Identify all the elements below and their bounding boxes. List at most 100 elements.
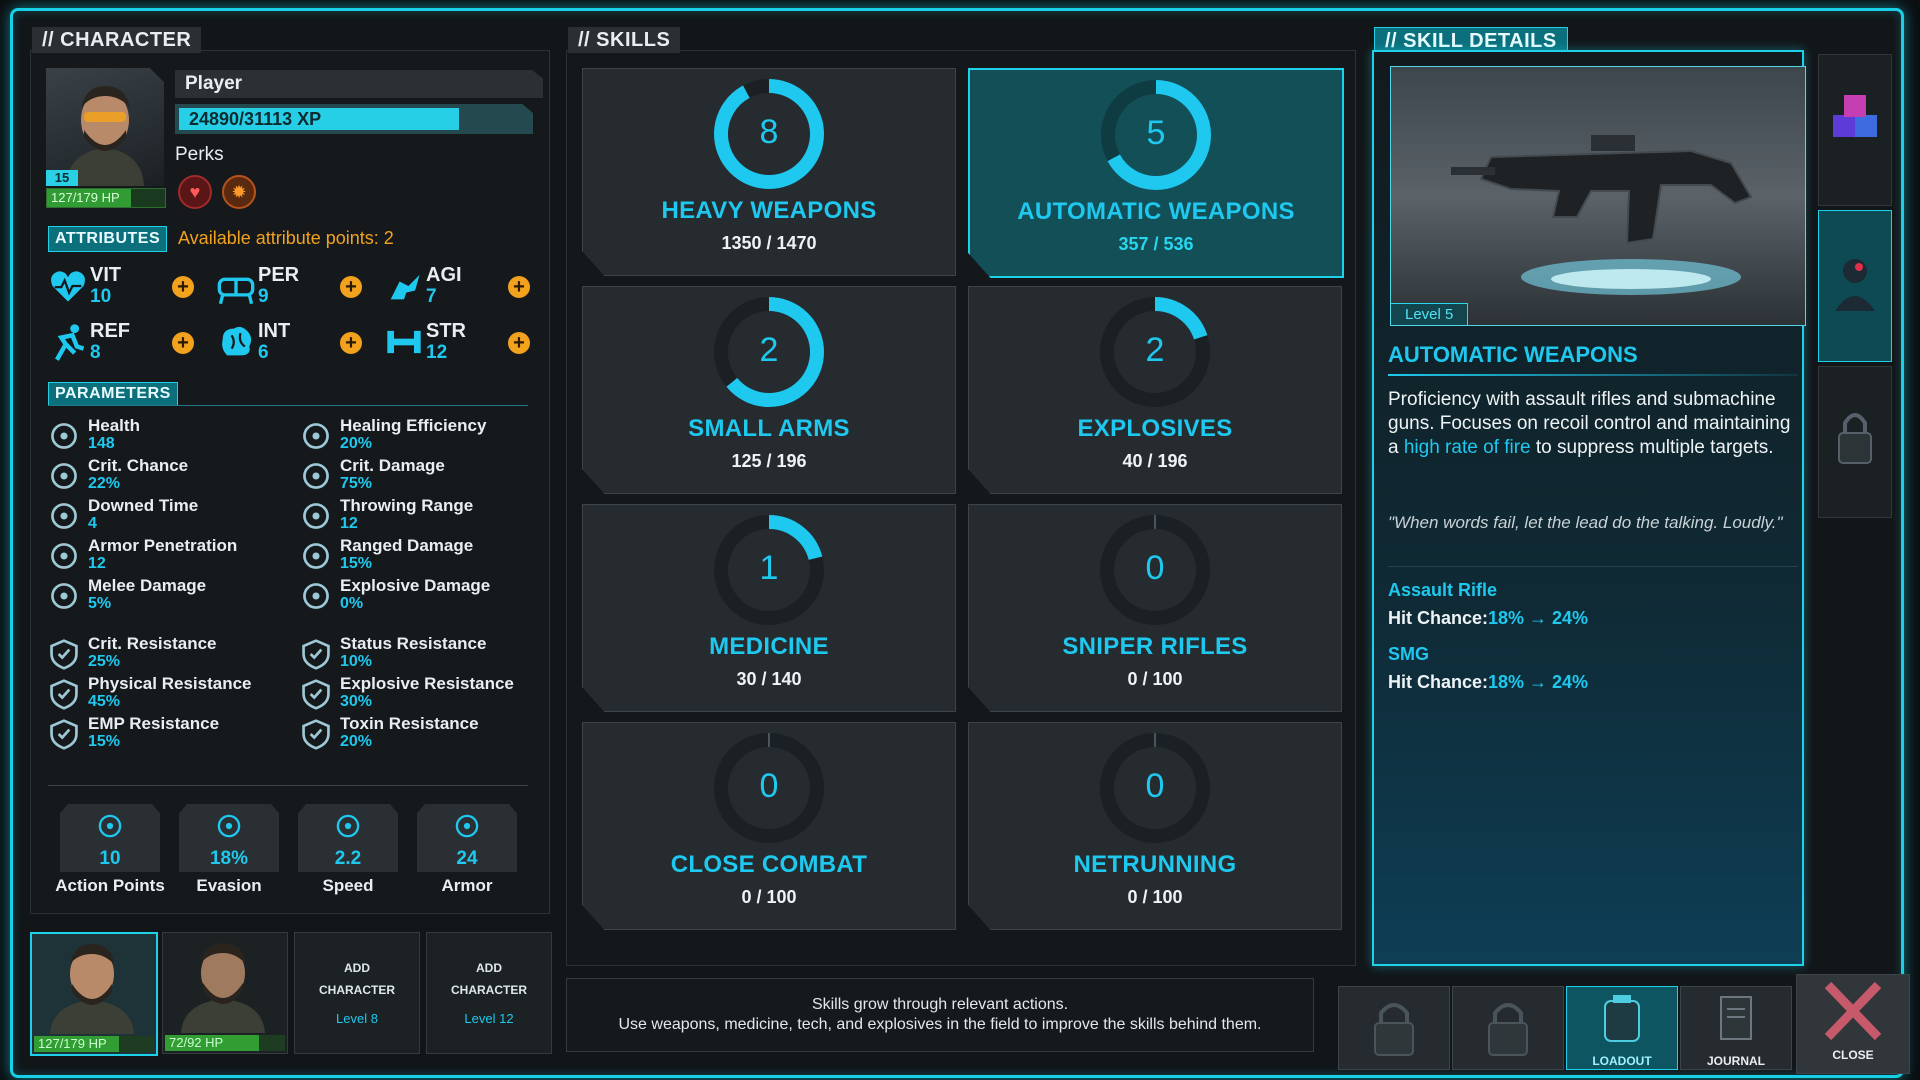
parameter-icon bbox=[48, 460, 80, 492]
locked-slot-1[interactable] bbox=[1338, 986, 1450, 1070]
parameter-value: 12 bbox=[340, 515, 358, 532]
skill-details-panel: Level 5 AUTOMATIC WEAPONS Proficiency wi… bbox=[1372, 50, 1806, 966]
shield-icon bbox=[48, 638, 80, 670]
character-portrait[interactable] bbox=[46, 68, 164, 186]
attribute-agi: AGI 7 + bbox=[382, 262, 534, 310]
add-character-text: ADD CHARACTER Level 12 bbox=[427, 961, 551, 1026]
parameter-row: Downed Time 4 bbox=[48, 496, 288, 534]
skill-progress: 125 / 196 bbox=[731, 451, 807, 471]
skill-name: CLOSE COMBAT bbox=[670, 851, 868, 878]
close-button[interactable]: CLOSE bbox=[1796, 974, 1910, 1074]
resistance-row: Toxin Resistance 20% bbox=[300, 714, 540, 752]
shield-icon bbox=[48, 678, 80, 710]
skill-progress: 40 / 196 bbox=[1122, 451, 1188, 471]
attribute-per: PER 9 + bbox=[214, 262, 366, 310]
parameter-row: Health 148 bbox=[48, 416, 288, 454]
stat-evasion: 18% bbox=[179, 804, 279, 872]
weapon-stat-label: Hit Chance: bbox=[1388, 672, 1489, 692]
plus-icon[interactable]: + bbox=[172, 332, 194, 354]
skill-netrunning[interactable]: 0 NETRUNNING 0 / 100 bbox=[968, 722, 1342, 930]
perk-heart-icon[interactable]: ♥ bbox=[178, 175, 212, 209]
skill-medicine[interactable]: 1 MEDICINE 30 / 140 bbox=[582, 504, 956, 712]
stats-divider bbox=[48, 785, 528, 786]
journal-button[interactable]: JOURNAL bbox=[1680, 986, 1792, 1070]
plus-icon[interactable]: + bbox=[508, 332, 530, 354]
attribute-value: 8 bbox=[90, 342, 101, 363]
perk-fire-icon[interactable]: ✹ bbox=[222, 175, 256, 209]
skill-sniper-rifles[interactable]: 0 SNIPER RIFLES 0 / 100 bbox=[968, 504, 1342, 712]
parameter-label: Downed Time bbox=[88, 496, 199, 515]
parameter-value: 22% bbox=[88, 475, 121, 492]
resistance-label: Status Resistance bbox=[340, 634, 487, 653]
skill-level: 2 bbox=[759, 331, 779, 369]
attribute-code: INT bbox=[258, 320, 291, 342]
loadout-button[interactable]: LOADOUT bbox=[1566, 986, 1678, 1070]
parameters-divider bbox=[48, 405, 528, 406]
party-hp-bar: 72/92 HP bbox=[165, 1035, 285, 1051]
skill-explosives[interactable]: 2 EXPLOSIVES 40 / 196 bbox=[968, 286, 1342, 494]
attribute-code: REF bbox=[90, 320, 130, 342]
plus-icon[interactable]: + bbox=[340, 332, 362, 354]
add-character-slot-2[interactable]: ADD CHARACTER Level 12 bbox=[426, 932, 552, 1054]
skill-name: EXPLOSIVES bbox=[1077, 415, 1233, 442]
parameter-value: 12 bbox=[88, 555, 106, 572]
attribute-value: 10 bbox=[90, 286, 112, 307]
attribute-code: AGI bbox=[426, 264, 462, 286]
add-line-2: CHARACTER bbox=[319, 983, 395, 997]
desc-after: to suppress multiple targets. bbox=[1530, 437, 1774, 458]
stat-action-points: 10 bbox=[60, 804, 160, 872]
stat-value: 18% bbox=[209, 848, 249, 869]
stat-label: Armor bbox=[441, 876, 493, 895]
side-tab-locked[interactable] bbox=[1818, 366, 1892, 518]
skill-automatic-weapons[interactable]: 5 AUTOMATIC WEAPONS 357 / 536 bbox=[968, 68, 1344, 278]
attribute-code: PER bbox=[258, 264, 300, 286]
parameter-label: Melee Damage bbox=[88, 576, 207, 595]
skill-heavy-weapons[interactable]: 8 HEAVY WEAPONS 1350 / 1470 bbox=[582, 68, 956, 276]
add-level: Level 12 bbox=[464, 1011, 514, 1026]
skill-progress: 0 / 100 bbox=[1127, 887, 1183, 907]
add-character-slot-1[interactable]: ADD CHARACTER Level 8 bbox=[294, 932, 420, 1054]
parameter-icon bbox=[48, 540, 80, 572]
resistance-label: Explosive Resistance bbox=[340, 674, 514, 693]
skill-small-arms[interactable]: 2 SMALL ARMS 125 / 196 bbox=[582, 286, 956, 494]
lock-icon bbox=[1488, 1003, 1528, 1056]
xp-text: 24890/31113 XP bbox=[189, 109, 322, 129]
party-hp-text: 127/179 HP bbox=[38, 1036, 107, 1051]
speed-icon bbox=[334, 812, 362, 840]
resistance-label: EMP Resistance bbox=[88, 714, 220, 733]
party-hp-bar: 127/179 HP bbox=[34, 1036, 154, 1052]
party-member-1[interactable]: 127/179 HP bbox=[30, 932, 158, 1056]
locked-slot-2[interactable] bbox=[1452, 986, 1564, 1070]
weapon-image: Level 5 bbox=[1390, 66, 1806, 326]
shield-icon bbox=[48, 718, 80, 750]
parameter-row: Crit. Damage 75% bbox=[300, 456, 540, 494]
available-points: Available attribute points: 2 bbox=[178, 228, 394, 248]
stat-speed: 2.2 bbox=[298, 804, 398, 872]
parameter-row: Melee Damage 5% bbox=[48, 576, 288, 614]
party-member-2[interactable]: 72/92 HP bbox=[162, 932, 288, 1054]
parameter-value: 75% bbox=[340, 475, 373, 492]
armor-icon bbox=[453, 812, 481, 840]
attribute-value: 12 bbox=[426, 342, 448, 363]
parameter-value: 5% bbox=[88, 595, 112, 612]
plus-icon[interactable]: + bbox=[508, 276, 530, 298]
side-tab-skills[interactable] bbox=[1818, 210, 1892, 362]
resistance-row: Explosive Resistance 30% bbox=[300, 674, 540, 712]
parameter-label: Ranged Damage bbox=[340, 536, 474, 555]
parameter-icon bbox=[48, 500, 80, 532]
add-character-text: ADD CHARACTER Level 8 bbox=[295, 961, 419, 1026]
lock-icon bbox=[1374, 1003, 1414, 1056]
hint-line-2: Use weapons, medicine, tech, and explosi… bbox=[618, 1016, 1262, 1033]
cubes-icon bbox=[1833, 95, 1877, 137]
add-line-1: ADD bbox=[344, 961, 370, 975]
plus-icon[interactable]: + bbox=[340, 276, 362, 298]
plus-icon[interactable]: + bbox=[172, 276, 194, 298]
resistance-value: 25% bbox=[88, 653, 121, 670]
skill-close-combat[interactable]: 0 CLOSE COMBAT 0 / 100 bbox=[582, 722, 956, 930]
side-tab-inventory[interactable] bbox=[1818, 54, 1892, 206]
resistance-row: Status Resistance 10% bbox=[300, 634, 540, 672]
skill-level: 0 bbox=[1145, 549, 1165, 587]
attribute-str: STR 12 + bbox=[382, 318, 534, 366]
resistance-value: 30% bbox=[340, 693, 373, 710]
parameter-row: Explosive Damage 0% bbox=[300, 576, 540, 614]
